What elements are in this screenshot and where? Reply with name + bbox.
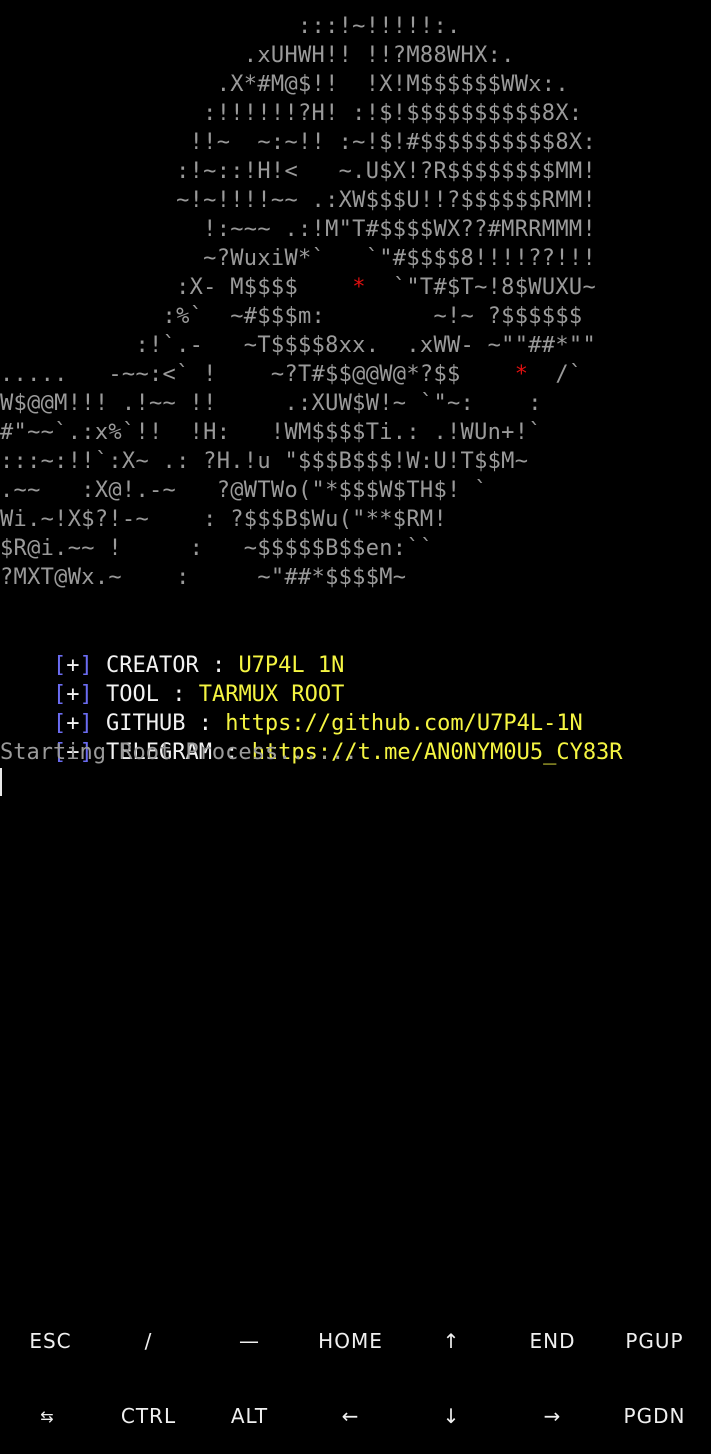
key-tab[interactable]: ⇆	[0, 1379, 98, 1454]
ascii-art-line: :::!~!!!!!:.	[0, 12, 461, 41]
key-arrow-left[interactable]: ←	[300, 1379, 401, 1454]
ascii-art-segment: /`	[528, 362, 583, 387]
ascii-art-segment: Wi.~!X$?!-~ : ?$$$B$Wu("**$RM!	[0, 507, 447, 532]
ascii-art-segment: :::!~!!!!!:.	[0, 14, 461, 39]
ascii-art-line: Wi.~!X$?!-~ : ?$$$B$Wu("**$RM!	[0, 505, 447, 534]
ascii-art-line: $R@i.~~ ! : ~$$$$$B$$en:``	[0, 534, 433, 563]
ascii-art-segment: :!`.- ~T$$$$8xx. .xWW- ~""##*""	[0, 333, 596, 358]
ascii-art-segment: ..... -~~:<` ! ~?T#$$@@W@*?$$	[0, 362, 515, 387]
key-arrow-down[interactable]: ↓	[401, 1379, 502, 1454]
info-line-github: [+] GITHUB : https://github.com/U7P4L-1N	[0, 680, 583, 736]
key-arrow-right[interactable]: →	[502, 1379, 603, 1454]
ascii-art-line: ..... -~~:<` ! ~?T#$$@@W@*?$$ * /`	[0, 360, 582, 389]
key-pgup[interactable]: PGUP	[604, 1304, 705, 1379]
ascii-art-segment: $R@i.~~ ! : ~$$$$$B$$en:``	[0, 536, 434, 561]
info-line-creator: [+] CREATOR : U7P4L 1N	[0, 622, 344, 678]
ascii-art-segment: W$@@M!!! .!~~ !! .:XUW$W!~ `"~: :	[0, 391, 542, 416]
terminal-output[interactable]: :::!~!!!!!:. .xUHWH!! !!?M88WHX:. .X*#M@…	[0, 0, 711, 1300]
key-end[interactable]: END	[502, 1304, 603, 1379]
key-ctrl[interactable]: CTRL	[98, 1379, 199, 1454]
ascii-art-line: ~!~!!!!~~ .:XW$$$U!!?$$$$$$RMM!	[0, 186, 596, 215]
ascii-art-line: #"~~`.:x%`!! !H: !WM$$$$Ti.: .!WUn+!`	[0, 418, 542, 447]
ascii-art-line: :::~:!!`:X~ .: ?H.!u "$$$B$$$!W:U!T$$M~	[0, 447, 528, 476]
ascii-art-line: ?MXT@Wx.~ : ~"##*$$$$M~	[0, 563, 406, 592]
ascii-art-line: !:~~~ .:!M"T#$$$$WX??#MRRMMM!	[0, 215, 596, 244]
ascii-art-line: :!`.- ~T$$$$8xx. .xWW- ~""##*""	[0, 331, 596, 360]
ascii-art-line: .~~ :X@!.-~ ?@WTWo("*$$$W$TH$! `	[0, 476, 488, 505]
ascii-art-segment: :X- M$$$$	[0, 275, 353, 300]
ascii-art-segment: .xUHWH!! !!?M88WHX:.	[0, 43, 515, 68]
info-line-tool: [+] TOOL : TARMUX ROOT	[0, 651, 344, 707]
ascii-art-segment: !!~ ~:~!! :~!$!#$$$$$$$$$$8X:	[0, 130, 596, 155]
key-home[interactable]: HOME	[300, 1304, 401, 1379]
key-slash[interactable]: /	[98, 1304, 199, 1379]
ascii-art-line: .xUHWH!! !!?M88WHX:.	[0, 41, 515, 70]
ascii-art-segment: :%` ~#$$$m: ~!~ ?$$$$$$	[0, 304, 583, 329]
ascii-art-segment: ~!~!!!!~~ .:XW$$$U!!?$$$$$$RMM!	[0, 188, 596, 213]
ascii-art-line: :!!!!!!?H! :!$!$$$$$$$$$$8X:	[0, 99, 582, 128]
key-esc[interactable]: ESC	[0, 1304, 101, 1379]
key-dash[interactable]: —	[199, 1304, 300, 1379]
info-line-telegram: [+] TELEGRAM : https://t.me/AN0NYM0U5_CY…	[0, 709, 623, 765]
ascii-art-line: :X- M$$$$ * `"T#$T~!8$WUXU~	[0, 273, 596, 302]
ascii-art-line: :!~::!H!< ~.U$X!?R$$$$$$$$MM!	[0, 157, 596, 186]
ascii-art-segment: :!~::!H!< ~.U$X!?R$$$$$$$$MM!	[0, 159, 596, 184]
status-message: Starting Root Process......	[0, 740, 358, 765]
ascii-art-segment: .X*#M@$!! !X!M$$$$$$WWx:.	[0, 72, 569, 97]
key-alt[interactable]: ALT	[199, 1379, 300, 1454]
ascii-art-segment: !:~~~ .:!M"T#$$$$WX??#MRRMMM!	[0, 217, 596, 242]
ascii-art-segment: ?MXT@Wx.~ : ~"##*$$$$M~	[0, 565, 407, 590]
ascii-art-line: !!~ ~:~!! :~!$!#$$$$$$$$$$8X:	[0, 128, 596, 157]
key-pgdn[interactable]: PGDN	[604, 1379, 705, 1454]
key-arrow-up[interactable]: ↑	[401, 1304, 502, 1379]
ascii-art-segment: :::~:!!`:X~ .: ?H.!u "$$$B$$$!W:U!T$$M~	[0, 449, 529, 474]
ascii-art-line: ~?WuxiW*` `"#$$$$8!!!!??!!!	[0, 244, 596, 273]
ascii-art-red-star: *	[514, 362, 529, 387]
ascii-art-line: :%` ~#$$$m: ~!~ ?$$$$$$	[0, 302, 583, 331]
ascii-art-line: .X*#M@$!! !X!M$$$$$$WWx:.	[0, 70, 569, 99]
ascii-art-red-star: *	[352, 275, 366, 300]
ascii-art-line: W$@@M!!! .!~~ !! .:XUW$W!~ `"~: :	[0, 389, 542, 418]
ascii-art-segment: ~?WuxiW*` `"#$$$$8!!!!??!!!	[0, 246, 596, 271]
ascii-art-segment: .~~ :X@!.-~ ?@WTWo("*$$$W$TH$! `	[0, 478, 488, 503]
ascii-art-segment: `"T#$T~!8$WUXU~	[365, 275, 597, 300]
terminal-cursor	[0, 768, 2, 796]
extra-keys-bar: ESC / — HOME ↑ END PGUP ⇆ CTRL ALT ← ↓ →…	[0, 1304, 711, 1454]
ascii-art-segment: :!!!!!!?H! :!$!$$$$$$$$$$8X:	[0, 101, 583, 126]
ascii-art-segment: #"~~`.:x%`!! !H: !WM$$$$Ti.: .!WUn+!`	[0, 420, 542, 445]
